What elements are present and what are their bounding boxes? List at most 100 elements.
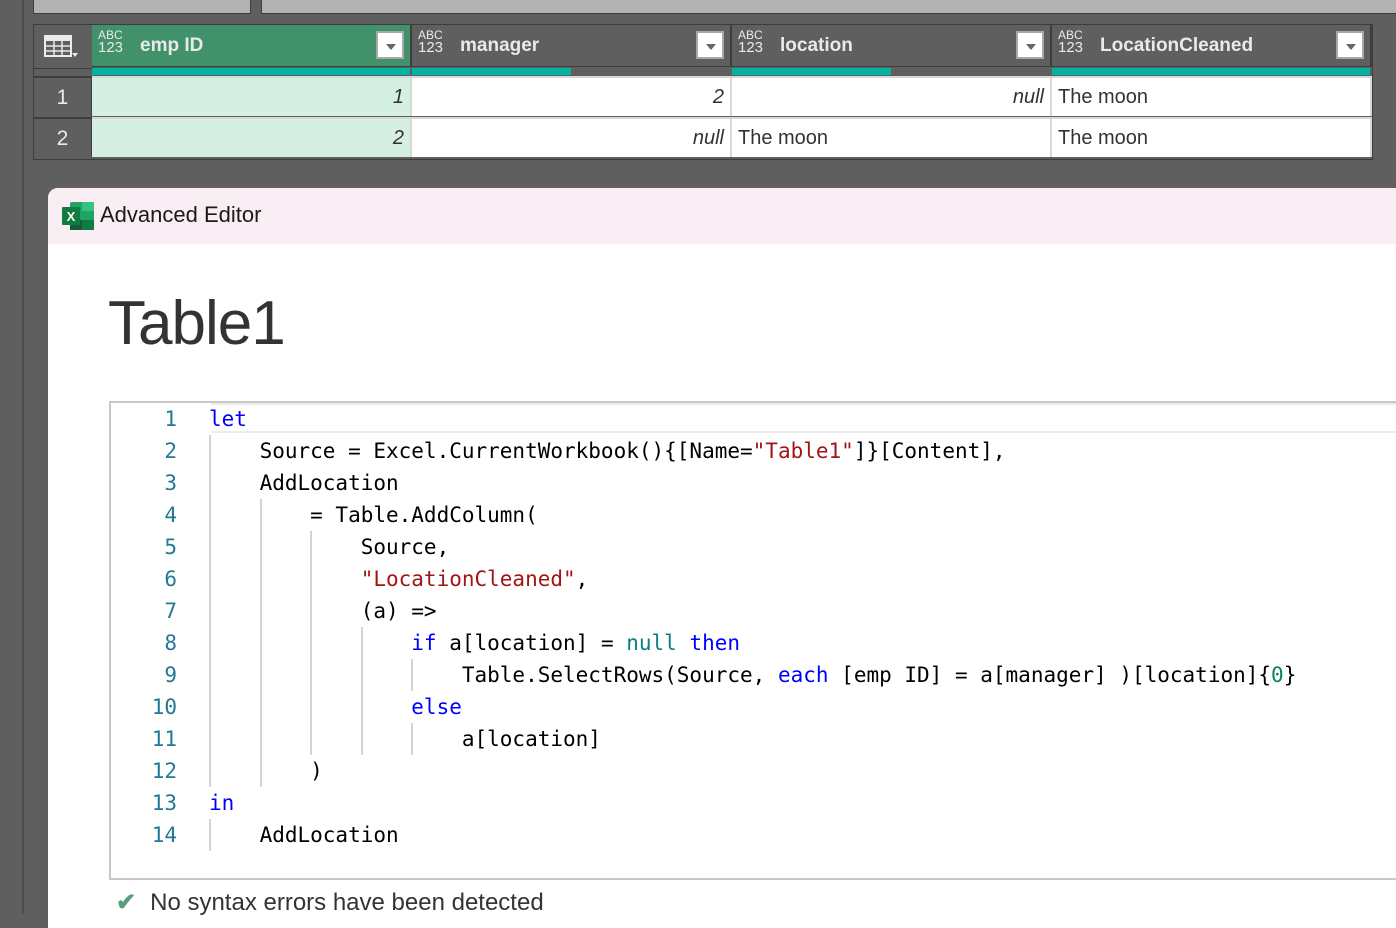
- code-text: "LocationCleaned",: [209, 563, 589, 595]
- table-cell[interactable]: The moon: [732, 117, 1052, 157]
- indent-guide: [411, 659, 414, 691]
- line-number: 10: [151, 695, 177, 719]
- row-number[interactable]: 1: [34, 76, 92, 116]
- table-menu-button[interactable]: [34, 25, 93, 69]
- code-token: a[location]: [209, 727, 601, 751]
- code-line: 5 Source,: [111, 531, 1396, 563]
- table-cell[interactable]: 1: [92, 76, 412, 116]
- indent-guide: [209, 819, 211, 851]
- table-cell[interactable]: null: [732, 76, 1052, 116]
- code-token: = Table.AddColumn(: [209, 503, 538, 527]
- code-text: Source = Excel.CurrentWorkbook(){[Name="…: [209, 435, 1006, 467]
- code-line: 2 Source = Excel.CurrentWorkbook(){[Name…: [111, 435, 1396, 467]
- indent-guide: [310, 531, 313, 755]
- formula-area-left: [33, 0, 251, 14]
- code-token: AddLocation: [209, 823, 399, 847]
- code-line: 14 AddLocation: [111, 819, 1396, 851]
- line-number: 11: [151, 727, 177, 751]
- line-number: 2: [164, 439, 177, 463]
- table-cell[interactable]: The moon: [1052, 117, 1372, 157]
- column-header-label: LocationCleaned: [1100, 35, 1254, 56]
- indent-guide: [259, 499, 262, 787]
- column-header-label: emp ID: [140, 35, 204, 56]
- excel-icon: X: [62, 202, 94, 230]
- code-token: Source = Excel.CurrentWorkbook(){[Name=: [209, 439, 753, 463]
- column-header-locationcleaned[interactable]: ABC 123 LocationCleaned: [1052, 25, 1372, 67]
- row-number[interactable]: 2: [34, 117, 92, 157]
- table-cell[interactable]: 2: [92, 117, 412, 157]
- code-line: 10 else: [111, 691, 1396, 723]
- code-token-teal: null: [626, 631, 677, 655]
- code-token-kw: then: [689, 631, 741, 655]
- column-quality-fill: [412, 68, 571, 75]
- code-token-kw: if: [209, 631, 437, 655]
- code-line: 3 AddLocation: [111, 467, 1396, 499]
- filter-dropdown-button[interactable]: [696, 31, 724, 59]
- indent-guide: [209, 435, 211, 787]
- code-text: a[location]: [209, 723, 601, 755]
- code-token-str: "LocationCleaned": [209, 567, 576, 591]
- column-header-location[interactable]: ABC 123 location: [732, 25, 1052, 67]
- code-token: AddLocation: [209, 471, 399, 495]
- check-icon: ✔: [116, 889, 137, 916]
- any-type-icon[interactable]: ABC 123: [98, 29, 123, 55]
- line-number: 7: [164, 599, 177, 623]
- code-token-kw: else: [209, 695, 462, 719]
- svg-text:X: X: [67, 209, 76, 224]
- code-token: ]}[Content],: [853, 439, 1006, 463]
- code-line: 6 "LocationCleaned",: [111, 563, 1396, 595]
- code-line: 1 let: [111, 403, 1396, 435]
- formula-bar[interactable]: [261, 0, 1396, 14]
- line-number: 8: [164, 631, 177, 655]
- dialog-titlebar: X Advanced Editor: [48, 188, 1396, 244]
- filter-dropdown-button[interactable]: [1016, 31, 1044, 59]
- code-token: Table.SelectRows(Source,: [209, 663, 778, 687]
- code-text: = Table.AddColumn(: [209, 499, 538, 531]
- query-name-heading: Table1: [108, 289, 286, 358]
- column-header-emp-id[interactable]: ABC 123 emp ID: [92, 25, 412, 67]
- column-quality-bar: [412, 68, 730, 75]
- column-quality-fill: [1052, 68, 1370, 75]
- data-grid: ABC 123 emp ID ABC 123 manager ABC 123 location A…: [33, 24, 1373, 160]
- dialog-title: Advanced Editor: [100, 202, 262, 227]
- indent-guide: [360, 627, 363, 755]
- code-text: in: [209, 787, 234, 819]
- code-text: AddLocation: [209, 467, 399, 499]
- any-type-icon[interactable]: ABC 123: [1058, 29, 1083, 55]
- code-line: 9 Table.SelectRows(Source, each [emp ID]…: [111, 659, 1396, 691]
- table-cell[interactable]: 2: [412, 76, 732, 116]
- code-token-kw: each: [777, 663, 829, 687]
- code-text: Table.SelectRows(Source, each [emp ID] =…: [209, 659, 1297, 691]
- table-icon: [44, 35, 78, 57]
- code-token: [emp ID] = a[manager] )[location]{: [828, 663, 1272, 687]
- code-line: 8 if a[location] = null then: [111, 627, 1396, 659]
- code-text: if a[location] = null then: [209, 627, 740, 659]
- code-token-kw: let: [209, 407, 247, 431]
- code-text: (a) =>: [209, 595, 437, 627]
- code-line: 11 a[location]: [111, 723, 1396, 755]
- filter-dropdown-button[interactable]: [1336, 31, 1364, 59]
- line-number: 6: [164, 567, 177, 591]
- column-quality-fill: [92, 68, 410, 75]
- left-panel-edge: [0, 0, 24, 913]
- code-text: Source,: [209, 531, 450, 563]
- column-quality-fill: [732, 68, 891, 75]
- filter-dropdown-button[interactable]: [376, 31, 404, 59]
- code-token-str: "Table1": [752, 439, 854, 463]
- code-line: 7 (a) =>: [111, 595, 1396, 627]
- status-text: No syntax errors have been detected: [150, 889, 544, 916]
- code-token: Source,: [209, 535, 450, 559]
- code-text: ): [209, 755, 323, 787]
- table-cell[interactable]: The moon: [1052, 76, 1372, 116]
- table-cell[interactable]: null: [412, 117, 732, 157]
- code-token-kw: in: [209, 791, 235, 815]
- code-editor[interactable]: 1 let 2 Source = Excel.CurrentWorkbook(){[…: [109, 401, 1396, 880]
- any-type-icon[interactable]: ABC 123: [738, 29, 763, 55]
- code-text: else: [209, 691, 462, 723]
- column-header-label: location: [780, 35, 853, 56]
- code-line: 13 in: [111, 787, 1396, 819]
- any-type-icon[interactable]: ABC 123: [418, 29, 443, 55]
- code-text: AddLocation: [209, 819, 399, 851]
- column-header-manager[interactable]: ABC 123 manager: [412, 25, 732, 67]
